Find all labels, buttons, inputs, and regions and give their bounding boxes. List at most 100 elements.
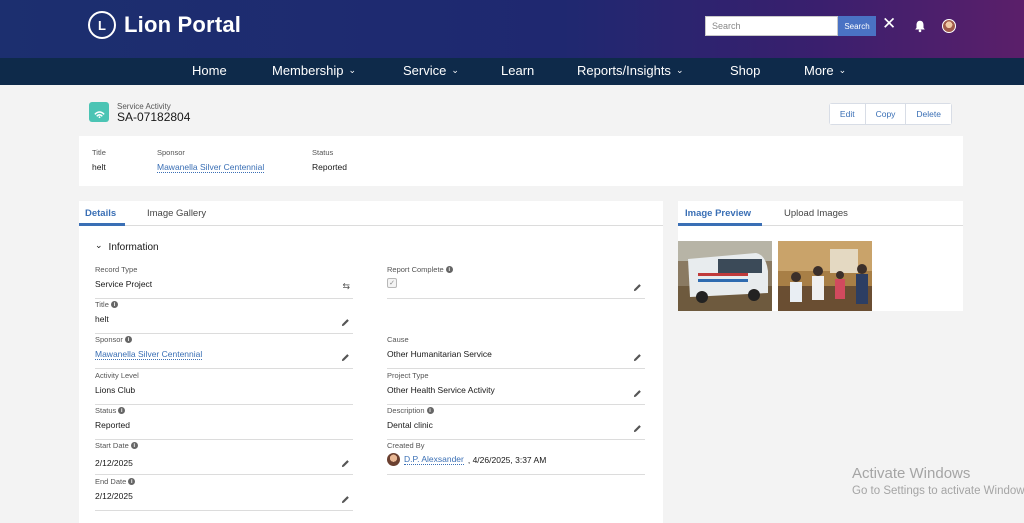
pencil-icon[interactable] [341, 353, 350, 362]
info-icon[interactable]: i [445, 266, 453, 273]
info-icon[interactable]: i [124, 336, 132, 343]
field-label: Status i [95, 406, 353, 415]
left-tabs: Details Image Gallery [79, 201, 663, 226]
field-label: Description i [387, 406, 645, 415]
info-icon[interactable]: i [130, 442, 138, 449]
pencil-icon[interactable] [633, 389, 642, 398]
field-value: helt [95, 314, 109, 324]
nav-label: More [804, 63, 834, 78]
pencil-icon[interactable] [633, 424, 642, 433]
field-value: 2/12/2025 [95, 458, 133, 468]
label-text: Status [95, 406, 117, 415]
change-record-type-icon[interactable]: ⇆ [342, 281, 350, 292]
field-label: Sponsor i [95, 335, 353, 344]
nav-shop[interactable]: Shop [730, 63, 760, 78]
image-thumbnail[interactable] [678, 241, 772, 311]
close-icon[interactable]: ✕ [882, 14, 896, 34]
sponsor-link[interactable]: Mawanella Silver Centennial [157, 162, 265, 173]
nav-label: Service [403, 63, 447, 78]
field-value: Reported [95, 420, 130, 430]
field-label: Project Type [387, 371, 645, 380]
tab-details[interactable]: Details [85, 208, 116, 219]
field-label: Record Type [95, 265, 353, 274]
highlight-sponsor: Sponsor Mawanella Silver Centennial [157, 148, 265, 175]
info-icon[interactable]: i [110, 301, 118, 308]
active-tab-indicator [79, 223, 125, 226]
edit-button[interactable]: Edit [829, 104, 866, 124]
nav-learn[interactable]: Learn [501, 63, 534, 78]
report-complete-checkbox[interactable]: ✓ [387, 278, 397, 288]
label-text: Cause [387, 335, 409, 344]
field-value: Service Project [95, 279, 153, 289]
chevron-down-icon: ⌄ [451, 65, 459, 75]
tab-image-preview[interactable]: Image Preview [685, 208, 751, 219]
field-label: Cause [387, 335, 645, 344]
field-report-complete: Report Complete i ✓ [387, 265, 645, 299]
nav-label: Learn [501, 63, 535, 78]
nav-label: Reports/Insights [577, 63, 671, 78]
image-panel: Image Preview Upload Images [678, 201, 963, 311]
nav-home[interactable]: Home [192, 63, 227, 78]
section-title: Information [108, 242, 159, 253]
label-text: Description [387, 406, 425, 415]
info-icon[interactable]: i [426, 407, 434, 414]
label-text: Report Complete [387, 265, 444, 274]
info-icon[interactable]: i [118, 407, 126, 414]
field-activity-level: Activity Level Lions Club [95, 371, 353, 405]
field-value: 2/12/2025 [95, 491, 133, 501]
details-panel: Details Image Gallery ⌄ Information Reco… [79, 201, 663, 523]
record-actions: Edit Copy Delete [828, 103, 952, 125]
delete-button[interactable]: Delete [906, 104, 951, 124]
pencil-icon[interactable] [341, 495, 350, 504]
image-thumbnail[interactable] [778, 241, 872, 311]
record-header: Service Activity SA-07182804 Edit Copy D… [79, 92, 963, 132]
highlight-value: Reported [312, 162, 347, 172]
field-status: Status i Reported [95, 406, 353, 440]
pencil-icon[interactable] [633, 353, 642, 362]
field-end-date: End Date i 2/12/2025 [95, 477, 353, 511]
nav-label: Shop [730, 63, 761, 78]
nav-more[interactable]: More ⌄ [804, 63, 846, 78]
label-text: Title [95, 300, 109, 309]
tab-upload-images[interactable]: Upload Images [784, 208, 848, 219]
label-text: Activity Level [95, 371, 139, 380]
highlight-status: Status Reported [312, 148, 347, 172]
field-label: Start Date i [95, 441, 353, 450]
field-sponsor: Sponsor i Mawanella Silver Centennial [95, 335, 353, 369]
information-section-header[interactable]: ⌄ Information [95, 240, 159, 253]
portal-logo[interactable]: L Lion Portal [88, 11, 241, 39]
highlight-label: Title [92, 148, 106, 157]
user-avatar[interactable] [942, 19, 956, 33]
info-icon[interactable]: i [128, 478, 136, 485]
main-nav: Home Membership ⌄ Service ⌄ Learn Reports/… [0, 58, 1024, 85]
label-text: Project Type [387, 371, 429, 380]
label-text: Created By [387, 441, 425, 450]
bell-icon[interactable] [913, 19, 927, 33]
nav-membership[interactable]: Membership ⌄ [272, 63, 356, 78]
highlight-label: Status [312, 148, 334, 157]
nav-label: Home [192, 63, 227, 78]
search-button[interactable]: Search [838, 16, 876, 36]
creator-link[interactable]: D.P. Alexsander [404, 454, 464, 465]
active-tab-indicator [678, 223, 762, 226]
label-text: Record Type [95, 265, 138, 274]
pencil-icon[interactable] [633, 283, 642, 292]
field-start-date: Start Date i 2/12/2025 [95, 441, 353, 475]
nav-reports-insights[interactable]: Reports/Insights ⌄ [577, 63, 683, 78]
field-label: End Date i [95, 477, 353, 486]
windows-activation-hint: Go to Settings to activate Windows. [852, 485, 1024, 497]
nav-service[interactable]: Service ⌄ [403, 63, 459, 78]
field-title: Title i helt [95, 300, 353, 334]
nav-label: Membership [272, 63, 344, 78]
top-header: L Lion Portal Search ✕ [0, 0, 1024, 58]
creator-avatar [387, 453, 400, 466]
tab-image-gallery[interactable]: Image Gallery [147, 208, 206, 219]
sponsor-link[interactable]: Mawanella Silver Centennial [95, 349, 203, 360]
copy-button[interactable]: Copy [865, 104, 907, 124]
created-timestamp: , 4/26/2025, 3:37 AM [467, 454, 547, 465]
pencil-icon[interactable] [341, 318, 350, 327]
search-input[interactable] [705, 16, 838, 36]
pencil-icon[interactable] [341, 459, 350, 468]
field-record-type: Record Type Service Project ⇆ [95, 265, 353, 299]
chevron-down-icon: ⌄ [95, 240, 103, 250]
